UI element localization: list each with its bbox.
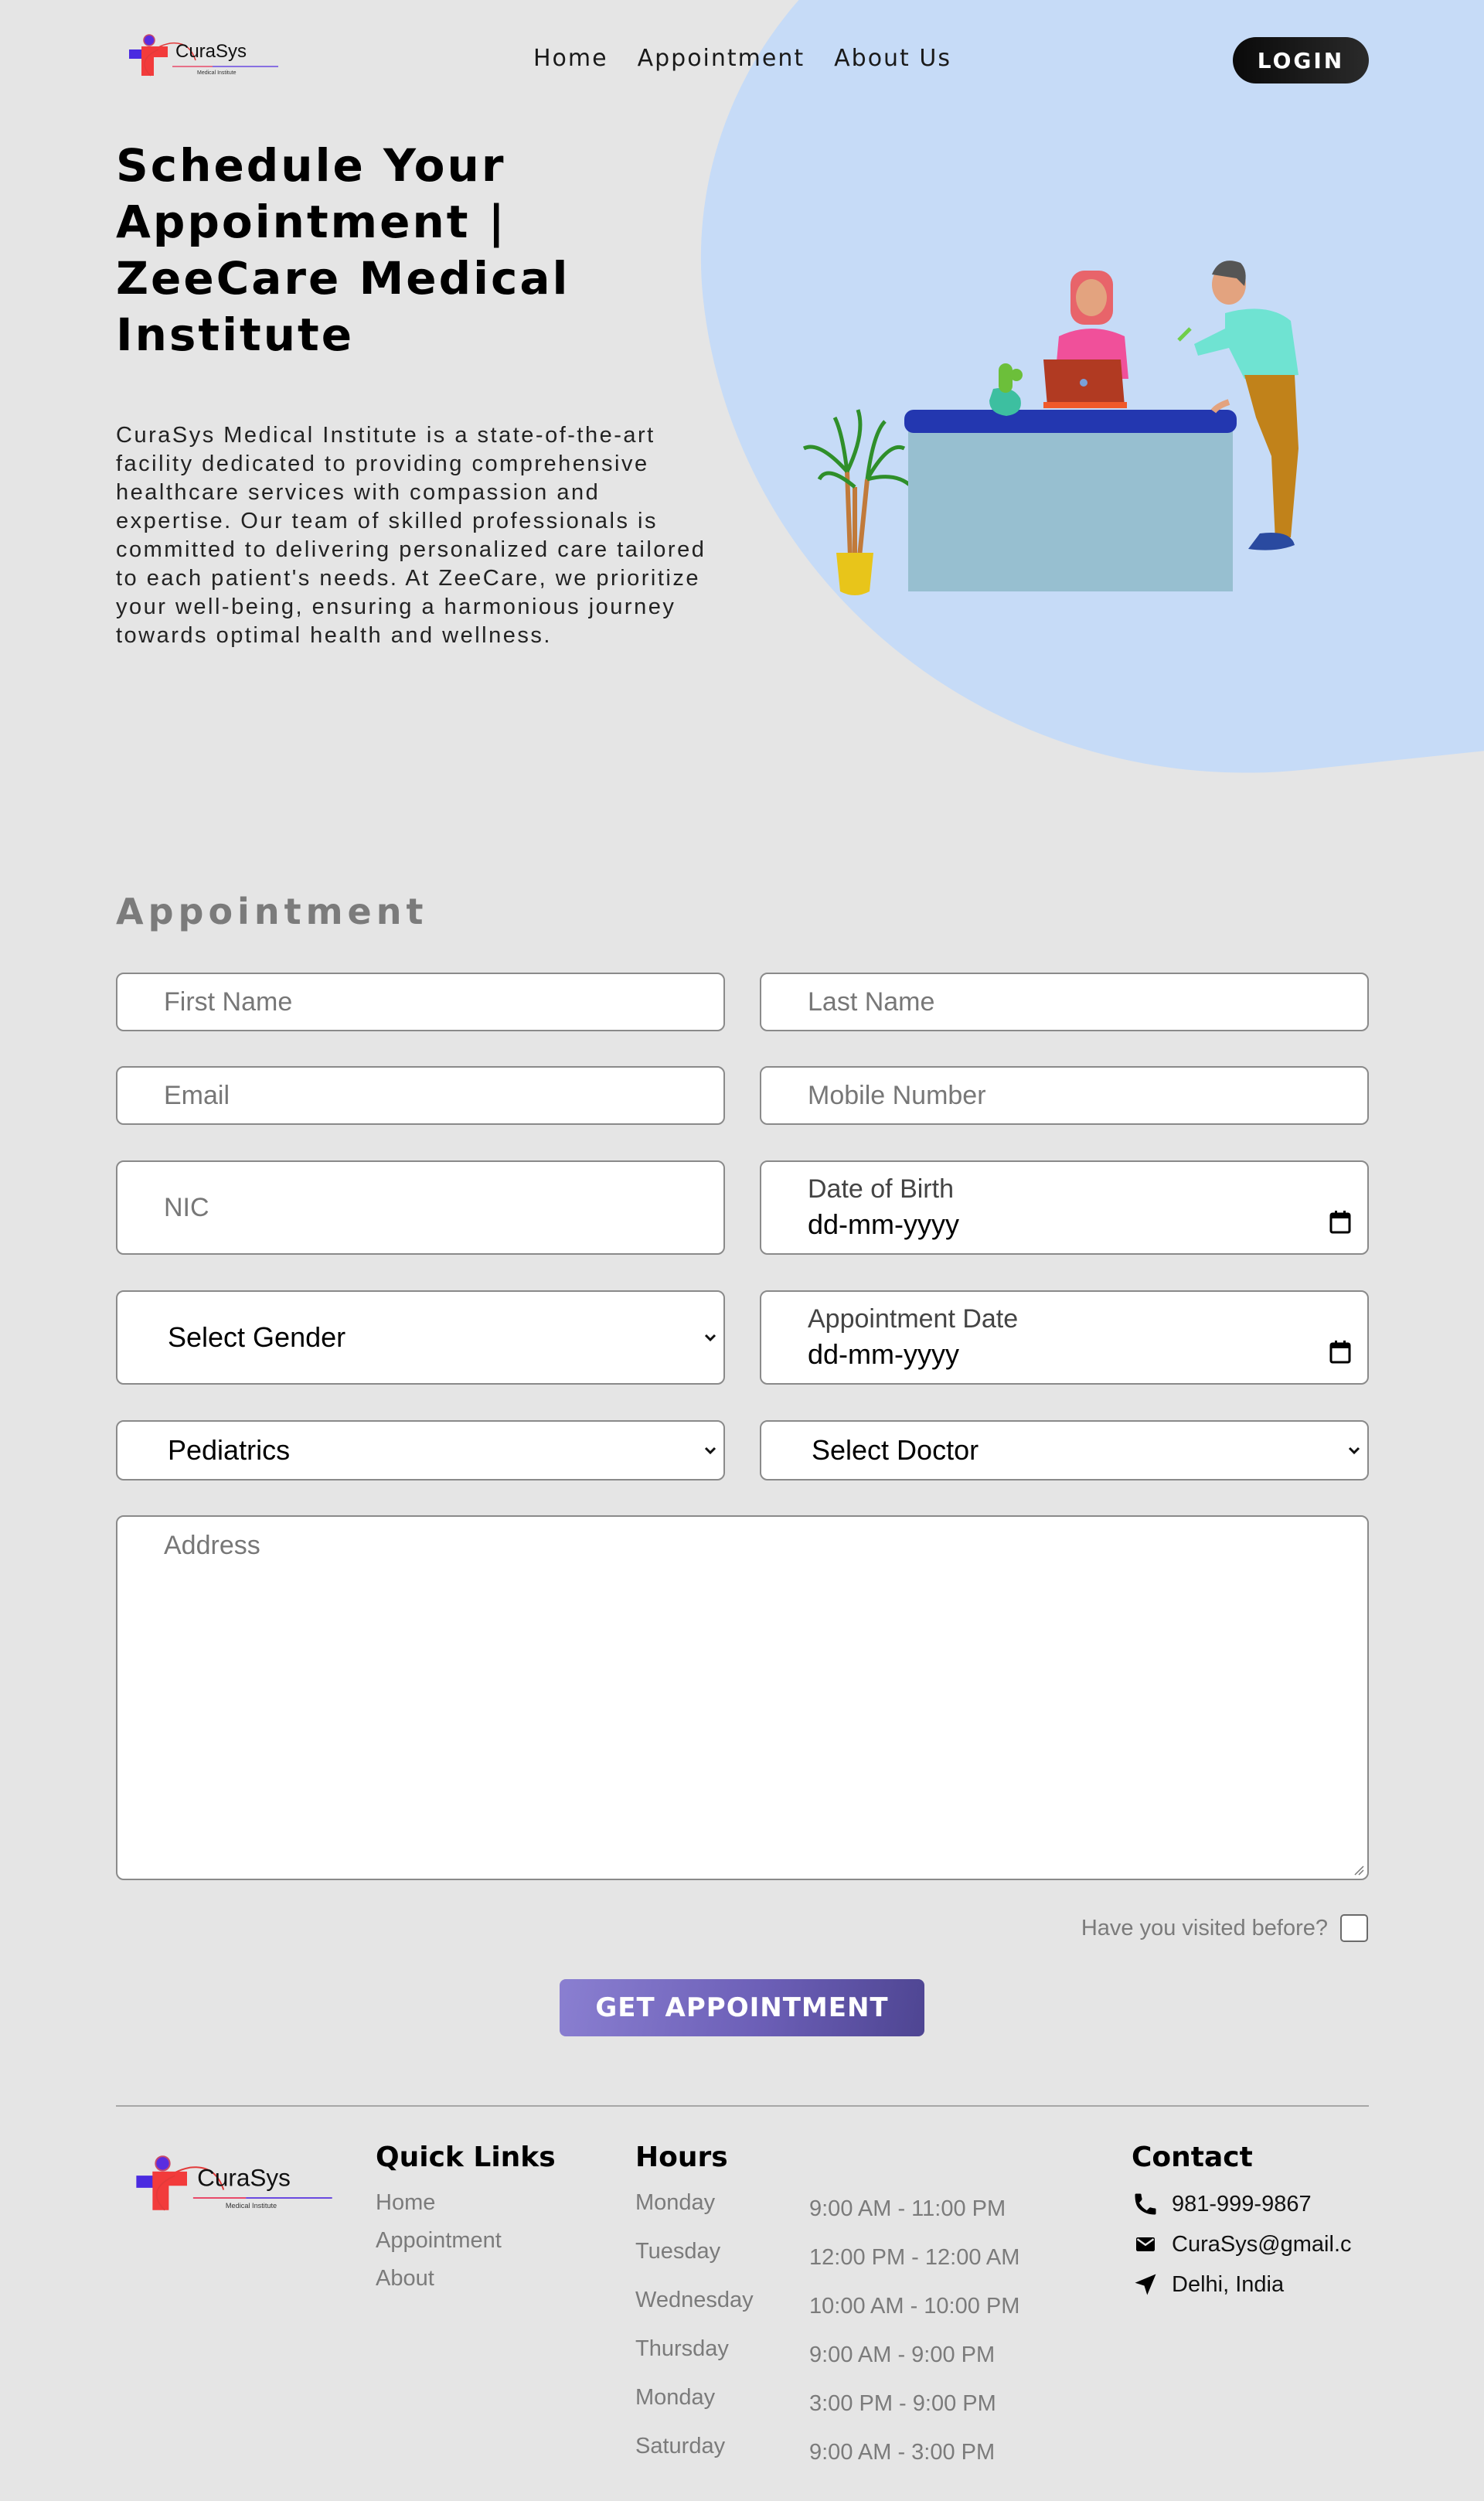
footer-quick-links: Quick Links Home Appointment About — [376, 2142, 556, 2304]
footer-curasys-logo: CuraSys Medical Institute — [136, 2155, 332, 2211]
date-of-birth-label: Date of Birth — [808, 1174, 954, 1204]
hours-day: Tuesday — [635, 2239, 721, 2264]
nic-input[interactable] — [117, 1162, 723, 1253]
mobile-number-input[interactable] — [761, 1068, 1367, 1123]
hours-table: Monday 9:00 AM - 11:00 PM Tuesday 12:00 … — [635, 2190, 1019, 2465]
envelope-icon — [1136, 2237, 1155, 2251]
curasys-logo[interactable]: CuraSys Medical Institute — [128, 29, 282, 91]
footer-contact: Contact 981-999-9867 CuraSys@gmail.c Del… — [1132, 2142, 1371, 2311]
contact-email-text: CuraSys@gmail.c — [1172, 2231, 1352, 2257]
svg-text:CuraSys: CuraSys — [197, 2163, 291, 2191]
first-name-input[interactable] — [117, 974, 723, 1030]
email-field[interactable] — [116, 1066, 725, 1125]
phone-icon — [1135, 2193, 1156, 2215]
hours-day: Saturday — [635, 2434, 726, 2458]
calendar-icon[interactable] — [1329, 1210, 1352, 1235]
visited-before-row: Have you visited before? — [1081, 1914, 1368, 1942]
get-appointment-button[interactable]: GET APPOINTMENT — [560, 1979, 924, 2036]
date-of-birth-field[interactable]: Date of Birth dd-mm-yyyy — [760, 1160, 1369, 1255]
svg-text:Medical Institute: Medical Institute — [197, 70, 237, 76]
contact-phone-text: 981-999-9867 — [1172, 2191, 1312, 2216]
chevron-down-icon — [1348, 1446, 1360, 1455]
hours-day: Wednesday — [635, 2288, 754, 2312]
doctor-select[interactable]: Select Doctor — [760, 1420, 1369, 1480]
address-field[interactable] — [116, 1515, 1369, 1880]
footer-link-appointment[interactable]: Appointment — [376, 2228, 556, 2254]
doctor-selected-value: Select Doctor — [812, 1434, 979, 1466]
login-button[interactable]: LOGIN — [1233, 37, 1369, 83]
first-name-field[interactable] — [116, 973, 725, 1031]
cactus-icon — [989, 363, 1023, 416]
reception-desk-illustration — [802, 261, 1298, 595]
department-select[interactable]: Pediatrics — [116, 1420, 725, 1480]
svg-text:Medical Institute: Medical Institute — [226, 2202, 277, 2210]
hero-title: Schedule Your Appointment | ZeeCare Medi… — [116, 139, 570, 361]
visited-before-label: Have you visited before? — [1081, 1915, 1328, 1940]
visited-before-checkbox[interactable] — [1340, 1914, 1368, 1942]
hours-time: 12:00 PM - 12:00 AM — [809, 2245, 1020, 2270]
appointment-date-field[interactable]: Appointment Date dd-mm-yyyy — [760, 1290, 1369, 1385]
hero-description: CuraSys Medical Institute is a state-of-… — [116, 423, 706, 648]
gender-select[interactable]: Select Gender — [116, 1290, 725, 1385]
email-input[interactable] — [117, 1068, 723, 1123]
contact-location: Delhi, India — [1132, 2271, 1371, 2298]
appointment-form-title: Appointment — [116, 891, 428, 932]
mobile-number-field[interactable] — [760, 1066, 1369, 1125]
hours-day: Monday — [635, 2385, 716, 2410]
hours-time: 9:00 AM - 9:00 PM — [809, 2343, 996, 2367]
last-name-field[interactable] — [760, 973, 1369, 1031]
appointment-date-value[interactable]: dd-mm-yyyy — [808, 1338, 959, 1371]
hours-time: 3:00 PM - 9:00 PM — [809, 2391, 996, 2416]
nav-links: Home Appointment About Us — [533, 45, 951, 72]
last-name-input[interactable] — [761, 974, 1367, 1030]
contact-heading: Contact — [1132, 2142, 1253, 2173]
hours-heading: Hours — [635, 2142, 728, 2173]
reception-desk — [904, 410, 1237, 591]
address-textarea[interactable] — [117, 1517, 1367, 1879]
nic-field[interactable] — [116, 1160, 725, 1255]
gender-selected-value: Select Gender — [168, 1321, 346, 1353]
nav-link-about-us[interactable]: About Us — [834, 45, 951, 72]
hours-day: Thursday — [635, 2336, 729, 2361]
navbar: CuraSys Medical Institute Home Appointme… — [0, 0, 1484, 124]
appointment-date-label: Appointment Date — [808, 1304, 1019, 1334]
svg-text:CuraSys: CuraSys — [175, 41, 247, 62]
receptionist-figure — [1043, 271, 1128, 408]
nav-link-home[interactable]: Home — [533, 45, 608, 72]
contact-phone: 981-999-9867 — [1132, 2190, 1371, 2218]
contact-location-text: Delhi, India — [1172, 2271, 1285, 2297]
footer-link-home[interactable]: Home — [376, 2190, 556, 2216]
quick-links-heading: Quick Links — [376, 2142, 556, 2173]
potted-palm-icon — [802, 409, 914, 595]
hours-time: 10:00 AM - 10:00 PM — [809, 2294, 1020, 2319]
calendar-icon[interactable] — [1329, 1340, 1352, 1365]
hours-time: 9:00 AM - 11:00 PM — [809, 2196, 1006, 2221]
department-selected-value: Pediatrics — [168, 1434, 291, 1466]
footer-divider — [116, 2105, 1369, 2107]
nav-link-appointment[interactable]: Appointment — [638, 45, 805, 72]
hours-day: Monday — [635, 2190, 716, 2215]
contact-email: CuraSys@gmail.c — [1132, 2230, 1371, 2258]
hours-time: 9:00 AM - 3:00 PM — [809, 2440, 996, 2465]
chevron-down-icon — [704, 1334, 716, 1342]
footer-hours: Hours Monday 9:00 AM - 11:00 PM Tuesday … — [635, 2142, 1019, 2465]
chevron-down-icon — [704, 1446, 716, 1455]
location-arrow-icon — [1135, 2274, 1156, 2295]
date-of-birth-value[interactable]: dd-mm-yyyy — [808, 1208, 959, 1241]
resize-handle-icon[interactable] — [1353, 1865, 1364, 1876]
footer-link-about[interactable]: About — [376, 2266, 556, 2291]
